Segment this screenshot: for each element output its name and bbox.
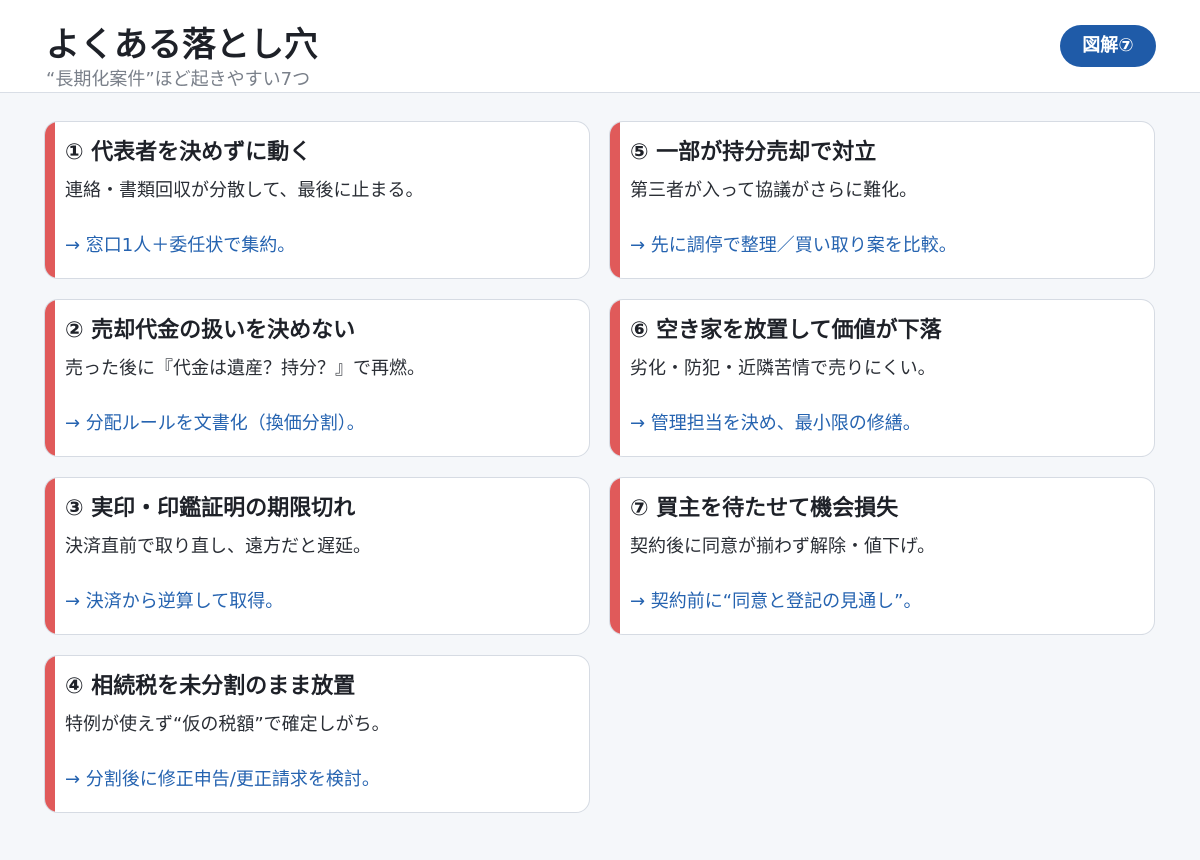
pitfall-card-3: ③ 実印・印鑑証明の期限切れ 決済直前で取り直し、遠方だと遅延。 → 決済から逆…: [44, 477, 590, 635]
card-title: ⑤ 一部が持分売却で対立: [630, 140, 877, 165]
page-title: よくある落とし穴: [46, 25, 318, 65]
card-tip: → 分割後に修正申告/更正請求を検討。: [65, 769, 380, 790]
card-title: ② 売却代金の扱いを決めない: [65, 318, 356, 343]
pitfall-card-1: ① 代表者を決めずに動く 連絡・書類回収が分散して、最後に止まる。 → 窓口1人…: [44, 121, 590, 279]
pitfall-card-2: ② 売却代金の扱いを決めない 売った後に『代金は遺産？持分？』で再燃。 → 分配…: [44, 299, 590, 457]
figure-badge: 図解⑦: [1060, 25, 1156, 67]
page-subtitle: “長期化案件”ほど起きやすい7つ: [46, 69, 311, 90]
card-description: 売った後に『代金は遺産？持分？』で再燃。: [65, 358, 425, 379]
pitfall-card-6: ⑥ 空き家を放置して価値が下落 劣化・防犯・近隣苦情で売りにくい。 → 管理担当…: [609, 299, 1155, 457]
card-tip: → 窓口1人＋委任状で集約。: [65, 235, 296, 256]
header: よくある落とし穴 “長期化案件”ほど起きやすい7つ 図解⑦: [0, 0, 1200, 93]
card-title: ③ 実印・印鑑証明の期限切れ: [65, 496, 356, 521]
card-description: 決済直前で取り直し、遠方だと遅延。: [65, 536, 371, 557]
card-description: 契約後に同意が揃わず解除・値下げ。: [630, 536, 936, 557]
card-title: ④ 相続税を未分割のまま放置: [65, 674, 356, 699]
card-accent-bar: [610, 478, 620, 634]
card-tip: → 管理担当を決め、最小限の修繕。: [630, 413, 921, 434]
card-accent-bar: [610, 300, 620, 456]
card-accent-bar: [45, 478, 55, 634]
card-accent-bar: [45, 122, 55, 278]
pitfall-card-7: ⑦ 買主を待たせて機会損失 契約後に同意が揃わず解除・値下げ。 → 契約前に“同…: [609, 477, 1155, 635]
card-tip: → 分配ルールを文書化（換価分割）。: [65, 413, 365, 434]
card-description: 特例が使えず“仮の税額”で確定しがち。: [65, 714, 390, 735]
card-title: ① 代表者を決めずに動く: [65, 140, 312, 165]
card-tip: → 決済から逆算して取得。: [65, 591, 284, 612]
card-tip: → 契約前に“同意と登記の見通し”。: [630, 591, 922, 612]
card-title: ⑥ 空き家を放置して価値が下落: [630, 318, 942, 343]
card-description: 連絡・書類回収が分散して、最後に止まる。: [65, 180, 424, 201]
card-accent-bar: [45, 300, 55, 456]
card-description: 劣化・防犯・近隣苦情で売りにくい。: [630, 358, 936, 379]
pitfall-card-4: ④ 相続税を未分割のまま放置 特例が使えず“仮の税額”で確定しがち。 → 分割後…: [44, 655, 590, 813]
card-accent-bar: [45, 656, 55, 812]
card-accent-bar: [610, 122, 620, 278]
card-title: ⑦ 買主を待たせて機会損失: [630, 496, 899, 521]
card-tip: → 先に調停で整理／買い取り案を比較。: [630, 235, 957, 256]
card-description: 第三者が入って協議がさらに難化。: [630, 180, 918, 201]
pitfall-card-5: ⑤ 一部が持分売却で対立 第三者が入って協議がさらに難化。 → 先に調停で整理／…: [609, 121, 1155, 279]
